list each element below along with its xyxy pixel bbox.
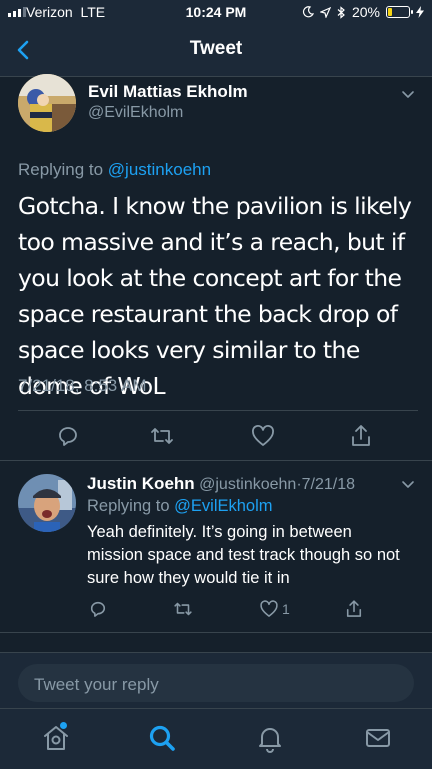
bell-icon[interactable] bbox=[254, 722, 286, 754]
nav-bar: Tweet bbox=[0, 24, 432, 77]
status-bar: Verizon LTE 10:24 PM 20% bbox=[0, 0, 432, 24]
location-icon bbox=[319, 6, 331, 18]
moon-icon bbox=[302, 6, 314, 18]
status-right: 20% bbox=[302, 4, 424, 20]
tweet-text: Gotcha. I know the pavilion is likely to… bbox=[18, 192, 412, 400]
reply-avatar-image bbox=[18, 474, 76, 532]
author-handle[interactable]: @EvilEkholm bbox=[88, 104, 183, 122]
reply-input-placeholder: Tweet your reply bbox=[34, 675, 159, 694]
share-icon[interactable] bbox=[347, 422, 375, 450]
reply-text: Yeah definitely. It’s going in between m… bbox=[87, 523, 400, 587]
reply-author-name[interactable]: Justin Koehn bbox=[87, 474, 195, 493]
battery-fill bbox=[388, 8, 392, 16]
reply-like[interactable]: 1 bbox=[258, 598, 290, 620]
reply-replying-to: Replying to @EvilEkholm bbox=[87, 497, 273, 515]
battery-icon bbox=[386, 6, 413, 18]
reply-icon[interactable] bbox=[87, 598, 109, 620]
retweet-icon[interactable] bbox=[148, 422, 176, 450]
divider bbox=[0, 460, 432, 461]
reply-avatar[interactable] bbox=[18, 474, 76, 532]
reply-replying-to-link[interactable]: @EvilEkholm bbox=[174, 497, 272, 515]
reply-icon[interactable] bbox=[54, 422, 82, 450]
page-title: Tweet bbox=[189, 38, 243, 59]
retweet-icon[interactable] bbox=[172, 598, 194, 620]
notification-dot bbox=[60, 722, 67, 729]
bluetooth-icon bbox=[337, 5, 345, 19]
reply-header: Justin Koehn @justinkoehn·7/21/18 bbox=[87, 474, 355, 494]
avatar[interactable] bbox=[18, 74, 76, 132]
home-icon bbox=[44, 726, 68, 750]
replying-to: Replying to @justinkoehn bbox=[18, 160, 212, 179]
battery-percent: 20% bbox=[351, 4, 380, 20]
share-icon[interactable] bbox=[343, 598, 365, 620]
chevron-down-icon[interactable] bbox=[400, 476, 416, 492]
charging-icon bbox=[416, 6, 424, 18]
mail-icon[interactable] bbox=[362, 722, 394, 754]
reply-date: 7/21/18 bbox=[301, 476, 356, 493]
avatar-image bbox=[18, 74, 76, 132]
divider bbox=[18, 410, 418, 411]
chevron-down-icon[interactable] bbox=[400, 86, 416, 102]
like-icon[interactable] bbox=[249, 422, 277, 450]
like-count: 1 bbox=[282, 601, 290, 617]
replying-to-link[interactable]: @justinkoehn bbox=[108, 160, 211, 179]
tweet-timestamp: 7/21/18, 8:53 AM bbox=[18, 376, 147, 395]
tab-home[interactable] bbox=[40, 722, 72, 754]
divider bbox=[0, 632, 432, 633]
search-icon[interactable] bbox=[146, 722, 178, 754]
like-icon[interactable] bbox=[258, 598, 280, 620]
author-name[interactable]: Evil Mattias Ekholm bbox=[88, 82, 248, 102]
reply-author-handle[interactable]: @justinkoehn bbox=[199, 476, 296, 493]
